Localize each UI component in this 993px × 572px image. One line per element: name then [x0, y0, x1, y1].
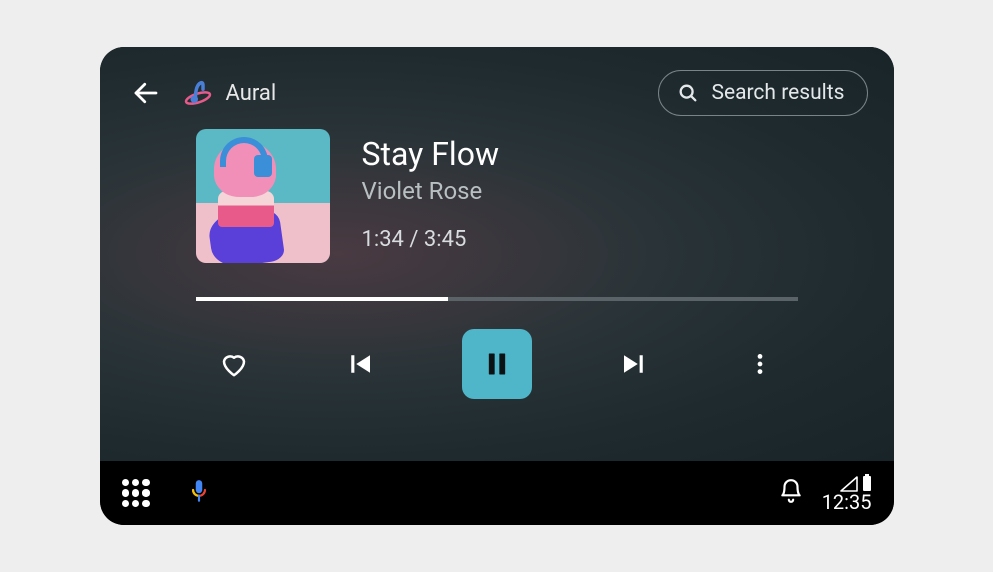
pause-button[interactable]	[462, 329, 532, 399]
progress-fill	[196, 297, 449, 301]
more-button[interactable]	[736, 340, 784, 388]
favorite-button[interactable]	[210, 340, 258, 388]
skip-previous-icon	[345, 349, 375, 379]
system-bar: 12:35	[100, 461, 894, 525]
track-time: 1:34 / 3:45	[362, 227, 499, 252]
track-elapsed: 1:34	[362, 227, 404, 252]
status-tray: 12:35	[822, 474, 872, 512]
top-bar: Aural Search results	[100, 47, 894, 119]
heart-icon	[219, 349, 249, 379]
search-results-label: Search results	[711, 81, 844, 105]
more-vert-icon	[747, 351, 773, 377]
track-artist: Violet Rose	[362, 177, 499, 205]
track-duration: 3:45	[424, 227, 466, 252]
voice-assistant-button[interactable]	[186, 478, 212, 508]
track-title: Stay Flow	[362, 135, 499, 173]
track-info: Stay Flow Violet Rose 1:34 / 3:45	[362, 129, 499, 263]
mic-icon	[186, 478, 212, 504]
pause-icon	[483, 350, 511, 378]
player-area: Aural Search results Stay Flow	[100, 47, 894, 461]
now-playing-content: Stay Flow Violet Rose 1:34 / 3:45	[100, 119, 894, 263]
notifications-button[interactable]	[778, 478, 804, 508]
previous-button[interactable]	[336, 340, 384, 388]
app-logo-icon	[182, 77, 214, 109]
clock: 12:35	[822, 492, 872, 512]
app-name: Aural	[226, 81, 277, 106]
search-icon	[677, 82, 699, 104]
bell-icon	[778, 478, 804, 504]
back-button[interactable]	[126, 73, 166, 113]
skip-next-icon	[619, 349, 649, 379]
playback-controls	[100, 301, 894, 399]
album-art[interactable]	[196, 129, 330, 263]
media-player-screen: Aural Search results Stay Flow	[100, 47, 894, 525]
arrow-left-icon	[131, 78, 161, 108]
next-button[interactable]	[610, 340, 658, 388]
progress-bar[interactable]	[196, 297, 798, 301]
app-launcher-button[interactable]	[122, 479, 150, 507]
search-results-button[interactable]: Search results	[658, 70, 867, 116]
